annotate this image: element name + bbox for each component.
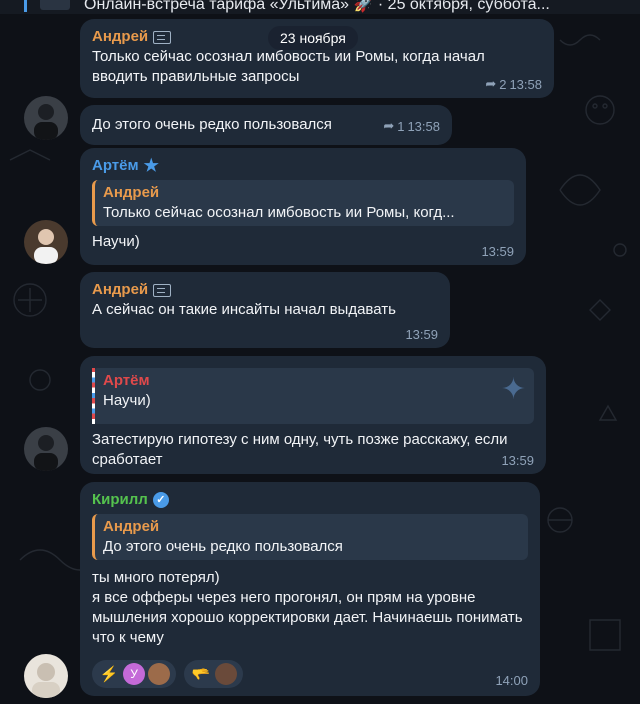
reactor-avatar	[215, 663, 237, 685]
message-bubble[interactable]: Кирилл ✓ Андрей До этого очень редко пол…	[80, 482, 540, 696]
quote-author: Андрей	[103, 518, 160, 535]
reply-count[interactable]: 2	[499, 77, 506, 92]
sender-name[interactable]: Кирилл ✓	[92, 490, 528, 510]
hand-icon: 🫳	[191, 666, 211, 683]
message-meta: 13:59	[405, 327, 438, 342]
quote-text: До этого очень редко пользовался	[103, 538, 343, 555]
avatar[interactable]	[24, 427, 68, 471]
message-text: Затестирую гипотезу с ним одну, чуть поз…	[92, 431, 508, 468]
verified-badge-icon: ✓	[152, 492, 169, 508]
message-time: 13:59	[405, 327, 438, 342]
message-text: Только сейчас осознал имбовость ии Ромы,…	[92, 48, 485, 85]
message-meta: 14:00	[495, 673, 528, 688]
avatar[interactable]	[24, 220, 68, 264]
reply-icon[interactable]: ➦	[485, 76, 496, 92]
pinned-message-text: Онлайн-встреча тарифа «Ультима» 🚀 · 25 о…	[84, 0, 550, 13]
message-bubble[interactable]: Артём Научи) ✦ Затестирую гипотезу с ним…	[80, 356, 546, 474]
quote-author: Артём	[103, 372, 150, 389]
admin-badge-icon	[153, 283, 172, 297]
sender-name[interactable]: Андрей	[92, 280, 438, 300]
reaction-hand[interactable]: 🫳	[184, 660, 243, 688]
message-time: 13:58	[509, 76, 542, 92]
reactor-avatar	[148, 663, 170, 685]
message-meta: 13:59	[501, 453, 534, 468]
message-time: 13:59	[501, 453, 534, 468]
avatar[interactable]	[24, 654, 68, 698]
pinned-message-bar[interactable]: Онлайн-встреча тарифа «Ультима» 🚀 · 25 о…	[0, 0, 640, 14]
reply-quote[interactable]: Андрей До этого очень редко пользовался	[92, 514, 528, 560]
pin-indicator	[24, 0, 27, 12]
quote-text: Научи)	[103, 392, 151, 409]
message-text: Научи)	[92, 233, 140, 250]
message-meta: ➦ 2 13:58	[485, 76, 542, 92]
reply-count[interactable]: 1	[397, 119, 404, 134]
lightning-icon: ⚡	[99, 666, 119, 683]
reply-icon[interactable]: ➦	[383, 118, 394, 134]
sender-name[interactable]: Артём ★	[92, 156, 514, 176]
star-decoration-icon: ✦	[500, 373, 526, 406]
reactor-avatar: У	[123, 663, 145, 685]
date-separator: 23 ноября	[268, 26, 358, 50]
message-time: 14:00	[495, 673, 528, 688]
message-bubble[interactable]: Артём ★ Андрей Только сейчас осознал имб…	[80, 148, 526, 265]
quote-author: Андрей	[103, 184, 160, 201]
quote-text: Только сейчас осознал имбовость ии Ромы,…	[103, 204, 455, 221]
message-text: ты много потерял) я все офферы через нег…	[92, 569, 523, 646]
message-time: 13:58	[407, 118, 440, 134]
reaction-lightning[interactable]: ⚡ У	[92, 660, 176, 688]
message-meta: ➦ 1 13:58	[383, 118, 440, 134]
star-icon: ★	[143, 156, 159, 175]
pinned-thumbnail	[40, 0, 70, 10]
message-bubble[interactable]: Андрей А сейчас он такие инсайты начал в…	[80, 272, 450, 348]
message-bubble[interactable]: До этого очень редко пользовался ➦ 1 13:…	[80, 105, 452, 145]
message-time: 13:59	[481, 244, 514, 259]
reply-quote[interactable]: Артём Научи) ✦	[92, 368, 534, 424]
message-meta: 13:59	[481, 244, 514, 259]
reactions-bar: ⚡ У 🫳	[92, 660, 528, 688]
admin-badge-icon	[153, 30, 172, 44]
reply-quote[interactable]: Андрей Только сейчас осознал имбовость и…	[92, 180, 514, 226]
avatar[interactable]	[24, 96, 68, 140]
message-text: А сейчас он такие инсайты начал выдавать	[92, 301, 396, 318]
